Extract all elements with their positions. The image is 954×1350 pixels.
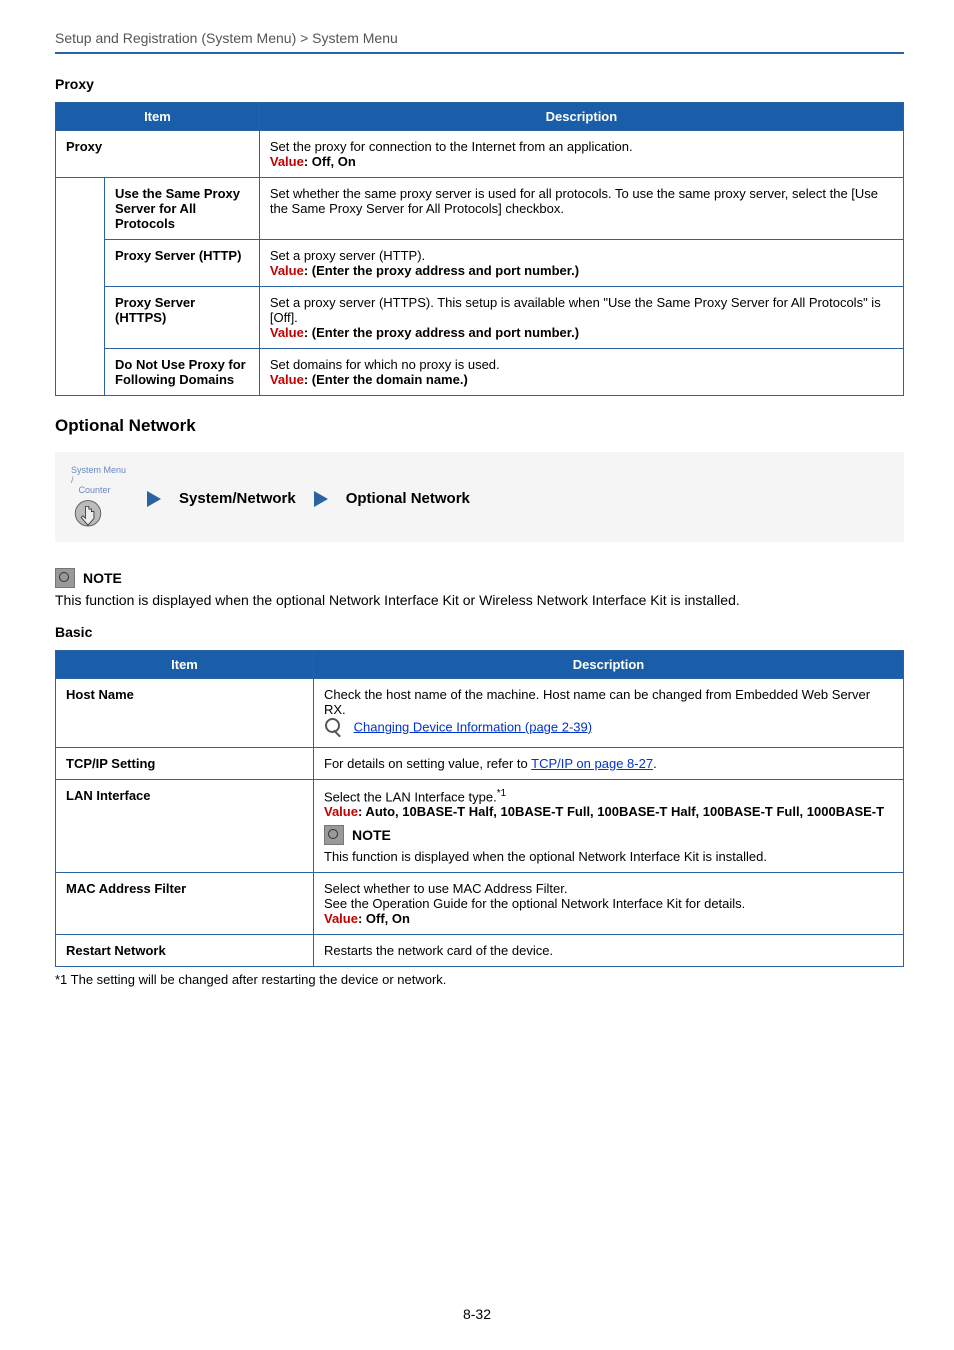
lan-label: LAN Interface [56, 779, 314, 872]
arrow-right-icon [314, 491, 328, 507]
indent-cell [56, 178, 105, 396]
desc-text: Set domains for which no proxy is used. [270, 357, 500, 372]
note-text: This function is displayed when the opti… [55, 592, 904, 608]
https-label: Proxy Server (HTTPS) [105, 287, 260, 349]
table-row: Host Name Check the host name of the mac… [56, 678, 904, 747]
desc-text: Set a proxy server (HTTPS). This setup i… [270, 295, 881, 325]
domains-label: Do Not Use Proxy for Following Domains [105, 349, 260, 396]
desc-text: Check the host name of the machine. Host… [324, 687, 870, 717]
same-proxy-desc: Set whether the same proxy server is use… [259, 178, 903, 240]
desc-text: Select whether to use MAC Address Filter… [324, 881, 568, 896]
restart-desc: Restarts the network card of the device. [314, 935, 904, 967]
proxy-col-desc: Description [259, 103, 903, 131]
table-row: Use the Same Proxy Server for All Protoc… [56, 178, 904, 240]
changing-device-info-link[interactable]: Changing Device Information (page 2-39) [354, 719, 592, 734]
host-name-label: Host Name [56, 678, 314, 747]
basic-col-item: Item [56, 650, 314, 678]
table-row: Restart Network Restarts the network car… [56, 935, 904, 967]
value-prefix: Value [270, 372, 304, 387]
mac-desc: Select whether to use MAC Address Filter… [314, 873, 904, 935]
proxy-desc: Set the proxy for connection to the Inte… [259, 131, 903, 178]
footnote-marker: *1 [497, 788, 506, 799]
note-icon [324, 825, 344, 845]
system-menu-counter-label: System Menu / Counter [71, 466, 129, 496]
https-desc: Set a proxy server (HTTPS). This setup i… [259, 287, 903, 349]
table-row: Proxy Set the proxy for connection to th… [56, 131, 904, 178]
desc-prefix: For details on setting value, refer to [324, 756, 531, 771]
crumb-system-network: System/Network [179, 490, 296, 507]
mac-label: MAC Address Filter [56, 873, 314, 935]
breadcrumb: Setup and Registration (System Menu) > S… [55, 30, 904, 46]
tcpip-label: TCP/IP Setting [56, 747, 314, 779]
desc-text: Set the proxy for connection to the Inte… [270, 139, 633, 154]
value-text: : Off, On [304, 154, 356, 169]
note-label: NOTE [352, 827, 391, 843]
basic-col-desc: Description [314, 650, 904, 678]
arrow-right-icon [147, 491, 161, 507]
smc-line: System Menu / [71, 465, 126, 485]
lan-desc: Select the LAN Interface type.*1 Value: … [314, 779, 904, 872]
label-line: Following Domains [115, 372, 234, 387]
value-prefix: Value [270, 263, 304, 278]
touch-hand-icon [71, 498, 105, 532]
table-row: TCP/IP Setting For details on setting va… [56, 747, 904, 779]
value-prefix: Value [270, 325, 304, 340]
table-row: Do Not Use Proxy for Following Domains S… [56, 349, 904, 396]
value-text: : (Enter the proxy address and port numb… [304, 325, 579, 340]
label-line: Do Not Use Proxy for [115, 357, 246, 372]
label-line: Server for All Protocols [115, 201, 196, 231]
table-row: LAN Interface Select the LAN Interface t… [56, 779, 904, 872]
tcpip-desc: For details on setting value, refer to T… [314, 747, 904, 779]
proxy-heading: Proxy [55, 76, 904, 92]
value-text: : Off, On [358, 911, 410, 926]
value-prefix: Value [270, 154, 304, 169]
same-proxy-label: Use the Same Proxy Server for All Protoc… [105, 178, 260, 240]
crumb-optional-network: Optional Network [346, 490, 470, 507]
nav-breadcrumb-strip: System Menu / Counter System/Network Opt… [55, 452, 904, 542]
value-text: : (Enter the domain name.) [304, 372, 468, 387]
http-label: Proxy Server (HTTP) [105, 240, 260, 287]
restart-label: Restart Network [56, 935, 314, 967]
proxy-col-item: Item [56, 103, 260, 131]
host-name-desc: Check the host name of the machine. Host… [314, 678, 904, 747]
value-text: : Auto, 10BASE-T Half, 10BASE-T Full, 10… [358, 804, 884, 819]
note-label: NOTE [83, 570, 122, 586]
value-prefix: Value [324, 804, 358, 819]
tcpip-link[interactable]: TCP/IP on page 8-27 [531, 756, 653, 771]
table-row: MAC Address Filter Select whether to use… [56, 873, 904, 935]
http-desc: Set a proxy server (HTTP). Value: (Enter… [259, 240, 903, 287]
basic-table: Item Description Host Name Check the hos… [55, 650, 904, 967]
note-text: This function is displayed when the opti… [324, 849, 767, 864]
note-icon [55, 568, 75, 588]
optional-network-heading: Optional Network [55, 416, 904, 436]
label-line: Use the Same Proxy [115, 186, 240, 201]
magnifier-icon [324, 717, 346, 739]
value-text: : (Enter the proxy address and port numb… [304, 263, 579, 278]
desc-text: Set a proxy server (HTTP). [270, 248, 425, 263]
smc-line: Counter [79, 485, 111, 495]
table-row: Proxy Server (HTTP) Set a proxy server (… [56, 240, 904, 287]
proxy-label: Proxy [56, 131, 260, 178]
header-rule [55, 52, 904, 54]
footnote: *1 The setting will be changed after res… [55, 972, 904, 987]
table-row: Proxy Server (HTTPS) Set a proxy server … [56, 287, 904, 349]
basic-heading: Basic [55, 624, 904, 640]
value-prefix: Value [324, 911, 358, 926]
domains-desc: Set domains for which no proxy is used. … [259, 349, 903, 396]
desc-suffix: . [653, 756, 657, 771]
desc-text: See the Operation Guide for the optional… [324, 896, 745, 911]
desc-text: Select the LAN Interface type. [324, 789, 497, 804]
page-number: 8-32 [0, 1306, 954, 1322]
note-heading: NOTE [55, 568, 904, 588]
proxy-table: Item Description Proxy Set the proxy for… [55, 102, 904, 396]
